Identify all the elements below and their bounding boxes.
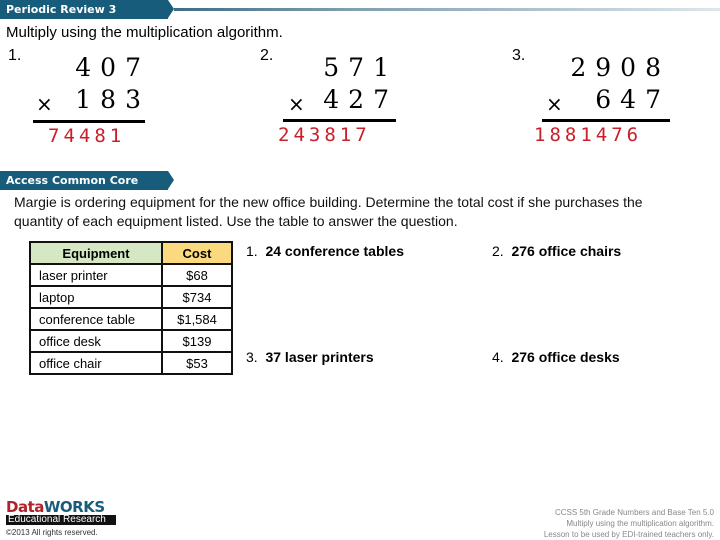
problem-number: 2.: [260, 47, 274, 64]
footer-note: Multiply using the multiplication algori…: [566, 519, 714, 528]
answer: 243817: [278, 124, 371, 146]
question-2: 2. 276 office chairs: [492, 243, 621, 259]
section-banner-periodic-review: Periodic Review 3: [0, 0, 174, 19]
question-number: 3.: [246, 349, 258, 365]
equipment-cost: $139: [161, 329, 233, 353]
section-banner-access-common-core: Access Common Core: [0, 171, 174, 190]
multiplier: 427: [323, 85, 398, 114]
equipment-table: Equipment Cost laser printer $68 laptop …: [29, 241, 233, 375]
dataworks-logo: DataWORKS Educational Research: [6, 500, 116, 525]
footer-notes: CCSS 5th Grade Numbers and Base Ten 5.0 …: [544, 507, 714, 540]
question-text: 276 office chairs: [511, 243, 622, 259]
multiplicand: 2908: [570, 53, 670, 82]
header-equipment: Equipment: [29, 241, 163, 265]
footer-note: CCSS 5th Grade Numbers and Base Ten 5.0: [554, 508, 714, 517]
table-row: conference table $1,584: [29, 307, 233, 331]
question-number: 1.: [246, 243, 258, 259]
sum-line: [33, 120, 145, 123]
multiplier: 647: [595, 85, 670, 114]
footer-note: Lesson to be used by EDI-trained teacher…: [543, 530, 714, 539]
word-problem-prompt: Margie is ordering equipment for the new…: [14, 194, 643, 229]
answer: 74481: [48, 125, 126, 147]
equipment-cost: $68: [161, 263, 233, 287]
question-number: 2.: [492, 243, 504, 259]
question-text: 37 laser printers: [265, 349, 374, 365]
question-text: 24 conference tables: [265, 243, 404, 259]
multiplier: 183: [75, 85, 150, 114]
problem-number: 3.: [512, 47, 526, 64]
question-4: 4. 276 office desks: [492, 349, 620, 365]
section-title: Access Common Core: [6, 174, 139, 187]
header-cost: Cost: [161, 241, 233, 265]
section-title: Periodic Review 3: [6, 3, 117, 16]
equipment-name: conference table: [29, 307, 163, 331]
question-1: 1. 24 conference tables: [246, 243, 404, 259]
header-rule: [174, 8, 720, 11]
equipment-cost: $734: [161, 285, 233, 309]
equipment-cost: $1,584: [161, 307, 233, 331]
question-number: 4.: [492, 349, 504, 365]
question-text: 276 office desks: [511, 349, 620, 365]
multiplicand: 571: [323, 53, 398, 82]
equipment-name: office chair: [29, 351, 163, 375]
problem-number: 1.: [8, 47, 22, 64]
table-row: office chair $53: [29, 351, 233, 375]
question-3: 3. 37 laser printers: [246, 349, 374, 365]
table-row: laptop $734: [29, 285, 233, 309]
instruction-heading: Multiply using the multiplication algori…: [6, 24, 283, 41]
equipment-name: office desk: [29, 329, 163, 353]
sum-line: [283, 119, 396, 122]
table-row: laser printer $68: [29, 263, 233, 287]
logo-subtitle: Educational Research: [6, 515, 116, 525]
table-header-row: Equipment Cost: [29, 241, 233, 265]
answer: 1881476: [534, 124, 643, 146]
copyright: ©2013 All rights reserved.: [6, 528, 98, 537]
equipment-cost: $53: [161, 351, 233, 375]
table-row: office desk $139: [29, 329, 233, 353]
equipment-name: laser printer: [29, 263, 163, 287]
sum-line: [542, 119, 670, 122]
multiplicand: 407: [75, 53, 150, 82]
times-icon: ×: [288, 92, 305, 116]
logo-wordmark: DataWORKS: [6, 500, 116, 515]
times-icon: ×: [36, 92, 53, 116]
equipment-name: laptop: [29, 285, 163, 309]
